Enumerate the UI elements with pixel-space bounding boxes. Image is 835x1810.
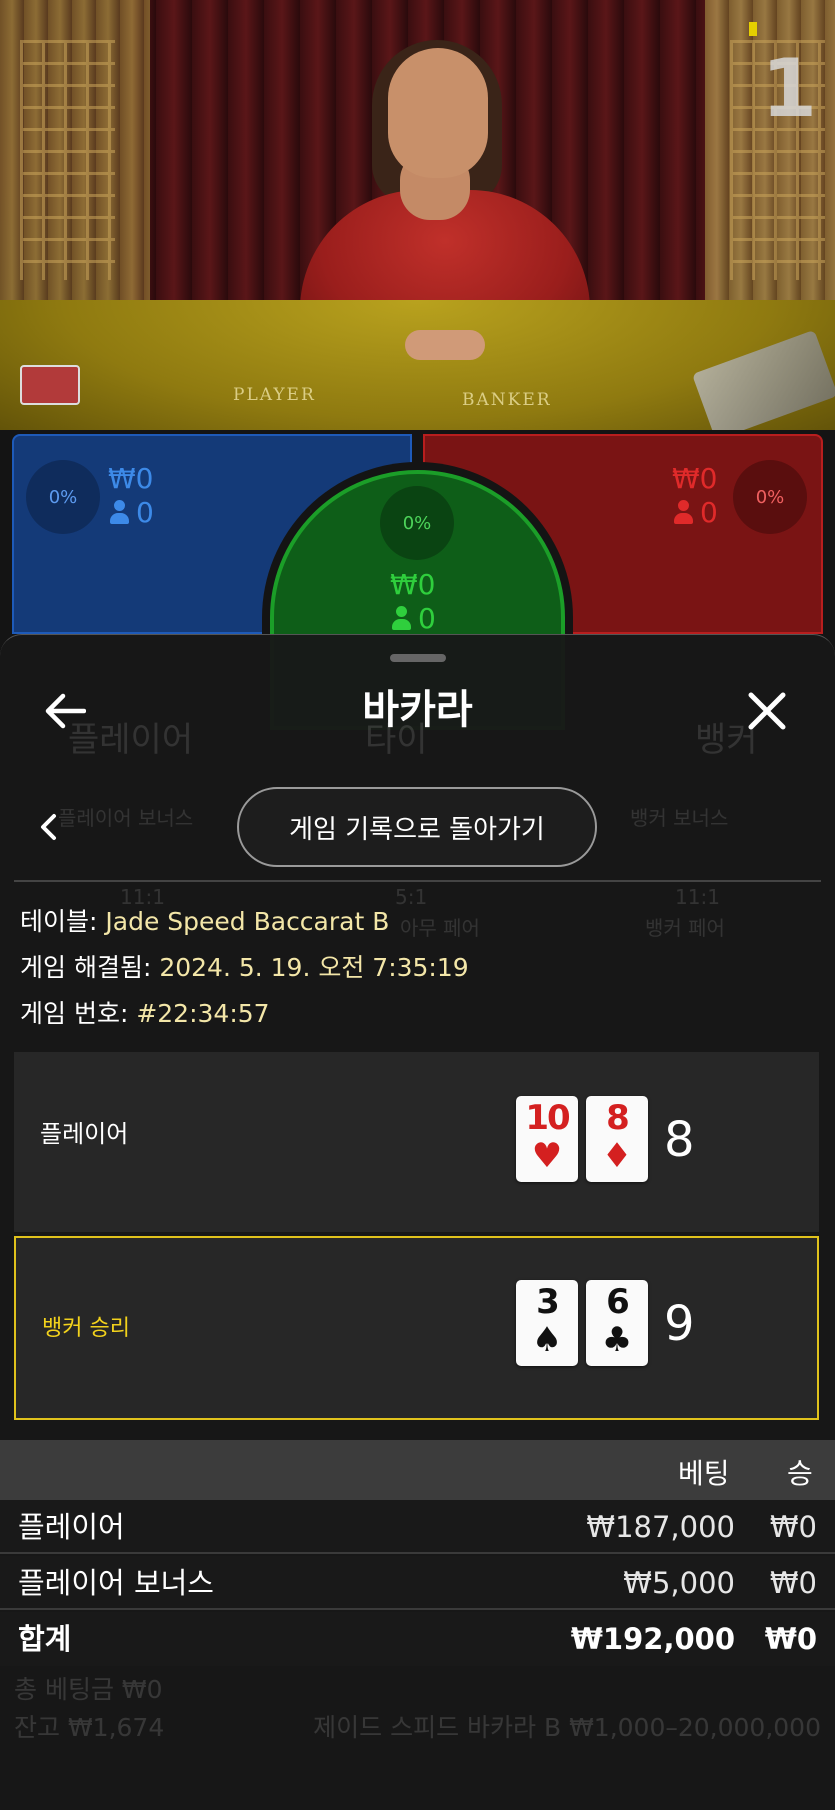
ghost-table-limits: 제이드 스피드 바카라 B ₩1,000–20,000,000 (313, 1713, 821, 1742)
player-hand-panel: 플레이어 10 ♥ 8 ♦ 8 (14, 1052, 819, 1232)
total-label: 합계 (18, 1622, 72, 1656)
discard-tray (20, 365, 80, 405)
ghost-balance: 잔고 ₩1,674 (14, 1713, 165, 1742)
resolved-value: 2024. 5. 19. 오전 7:35:19 (159, 953, 469, 982)
tie-percent: 0% (380, 486, 454, 560)
close-icon[interactable] (746, 690, 788, 732)
heart-suit-icon: ♥ (531, 1136, 563, 1176)
chevron-left-icon[interactable] (38, 812, 60, 842)
player-hand-total: 8 (664, 1112, 695, 1168)
ghost-banker-pair-odds: 11:1 (675, 885, 720, 909)
sheet-drag-handle[interactable] (390, 654, 446, 662)
banker-hand-total: 9 (664, 1296, 695, 1352)
resolved-info: 게임 해결됨: 2024. 5. 19. 오전 7:35:19 (20, 951, 469, 985)
playing-card: 3 ♠ (516, 1280, 578, 1366)
bet-amount: ₩5,000 (623, 1566, 735, 1600)
table-label: 테이블: (20, 907, 98, 936)
dealer-hands (405, 330, 485, 360)
person-icon (672, 500, 694, 524)
win-amount: ₩0 (769, 1566, 817, 1600)
ghost-banker-pair: 뱅커 페어 (645, 916, 725, 940)
ghost-banker-bonus: 뱅커 보너스 (630, 806, 729, 830)
playing-card: 6 ♣ (586, 1280, 648, 1366)
total-row: 합계 ₩192,000 ₩0 (0, 1612, 835, 1666)
table-row: 플레이어 ₩187,000 ₩0 (0, 1500, 835, 1554)
total-bet-amount: ₩192,000 (570, 1622, 735, 1656)
person-icon (108, 500, 130, 524)
bet-name: 플레이어 보너스 (18, 1566, 214, 1600)
ghost-either-pair-odds: 5:1 (395, 885, 428, 909)
game-number-label: 게임 번호: (20, 999, 129, 1028)
banker-percent: 0% (733, 460, 807, 534)
sheet-title: 바카라 (362, 687, 473, 733)
banker-hand-panel: 뱅커 승리 3 ♠ 6 ♣ 9 (14, 1236, 819, 1420)
player-hand-label: 플레이어 (40, 1120, 129, 1148)
table-row: 플레이어 보너스 ₩5,000 ₩0 (0, 1556, 835, 1610)
player-stake-players: 0 (108, 496, 154, 530)
person-icon (390, 606, 412, 630)
banker-stake-players: 0 (672, 496, 718, 530)
return-to-history-button[interactable]: 게임 기록으로 돌아가기 (237, 787, 597, 867)
banker-stake-amount: ₩0 (672, 462, 718, 495)
felt-player-label: PLAYER (233, 385, 316, 405)
table-value: Jade Speed Baccarat B (105, 907, 390, 936)
win-column-header: 승 (787, 1457, 813, 1490)
spade-suit-icon: ♠ (531, 1320, 563, 1360)
card-rank: 6 (606, 1282, 630, 1322)
sheet-divider (14, 880, 821, 882)
banker-stake: ₩0 0 (672, 462, 718, 530)
bet-name: 플레이어 (18, 1510, 125, 1544)
total-win-amount: ₩0 (764, 1622, 817, 1656)
tie-stake-players: 0 (390, 602, 436, 636)
banker-hand-label: 뱅커 승리 (42, 1316, 130, 1341)
game-number-value: #22:34:57 (136, 999, 270, 1028)
round-indicator-icon (749, 22, 757, 36)
player-stake-amount: ₩0 (108, 462, 154, 495)
tie-stake-amount: ₩0 (390, 568, 436, 601)
game-number-info: 게임 번호: #22:34:57 (20, 997, 270, 1031)
club-suit-icon: ♣ (601, 1320, 633, 1360)
live-video: PLAYER BANKER 1 (0, 0, 835, 440)
win-amount: ₩0 (769, 1510, 817, 1544)
banker-player-count: 0 (700, 496, 718, 529)
ghost-total-bet: 총 베팅금 ₩0 (14, 1675, 163, 1704)
playing-card: 8 ♦ (586, 1096, 648, 1182)
diamond-suit-icon: ♦ (601, 1136, 633, 1176)
player-player-count: 0 (136, 496, 154, 529)
player-stake: ₩0 0 (108, 462, 154, 530)
card-rank: 3 (536, 1282, 560, 1322)
tie-stake: ₩0 0 (390, 568, 436, 636)
tie-player-count: 0 (418, 602, 436, 635)
ghost-player-bonus: 플레이어 보너스 (58, 806, 194, 830)
bet-column-header: 베팅 (678, 1457, 730, 1490)
playing-card: 10 ♥ (516, 1096, 578, 1182)
round-number: 1 (761, 42, 817, 135)
card-rank: 8 (606, 1098, 630, 1138)
resolved-label: 게임 해결됨: (20, 953, 152, 982)
ghost-either-pair: 아무 페어 (400, 916, 480, 940)
felt-banker-label: BANKER (462, 390, 552, 410)
dealer-head (388, 48, 488, 178)
table-info: 테이블: Jade Speed Baccarat B (20, 905, 389, 939)
lattice-screen-left (20, 40, 115, 280)
player-percent: 0% (26, 460, 100, 534)
card-rank: 10 (525, 1098, 570, 1138)
bet-amount: ₩187,000 (586, 1510, 735, 1544)
